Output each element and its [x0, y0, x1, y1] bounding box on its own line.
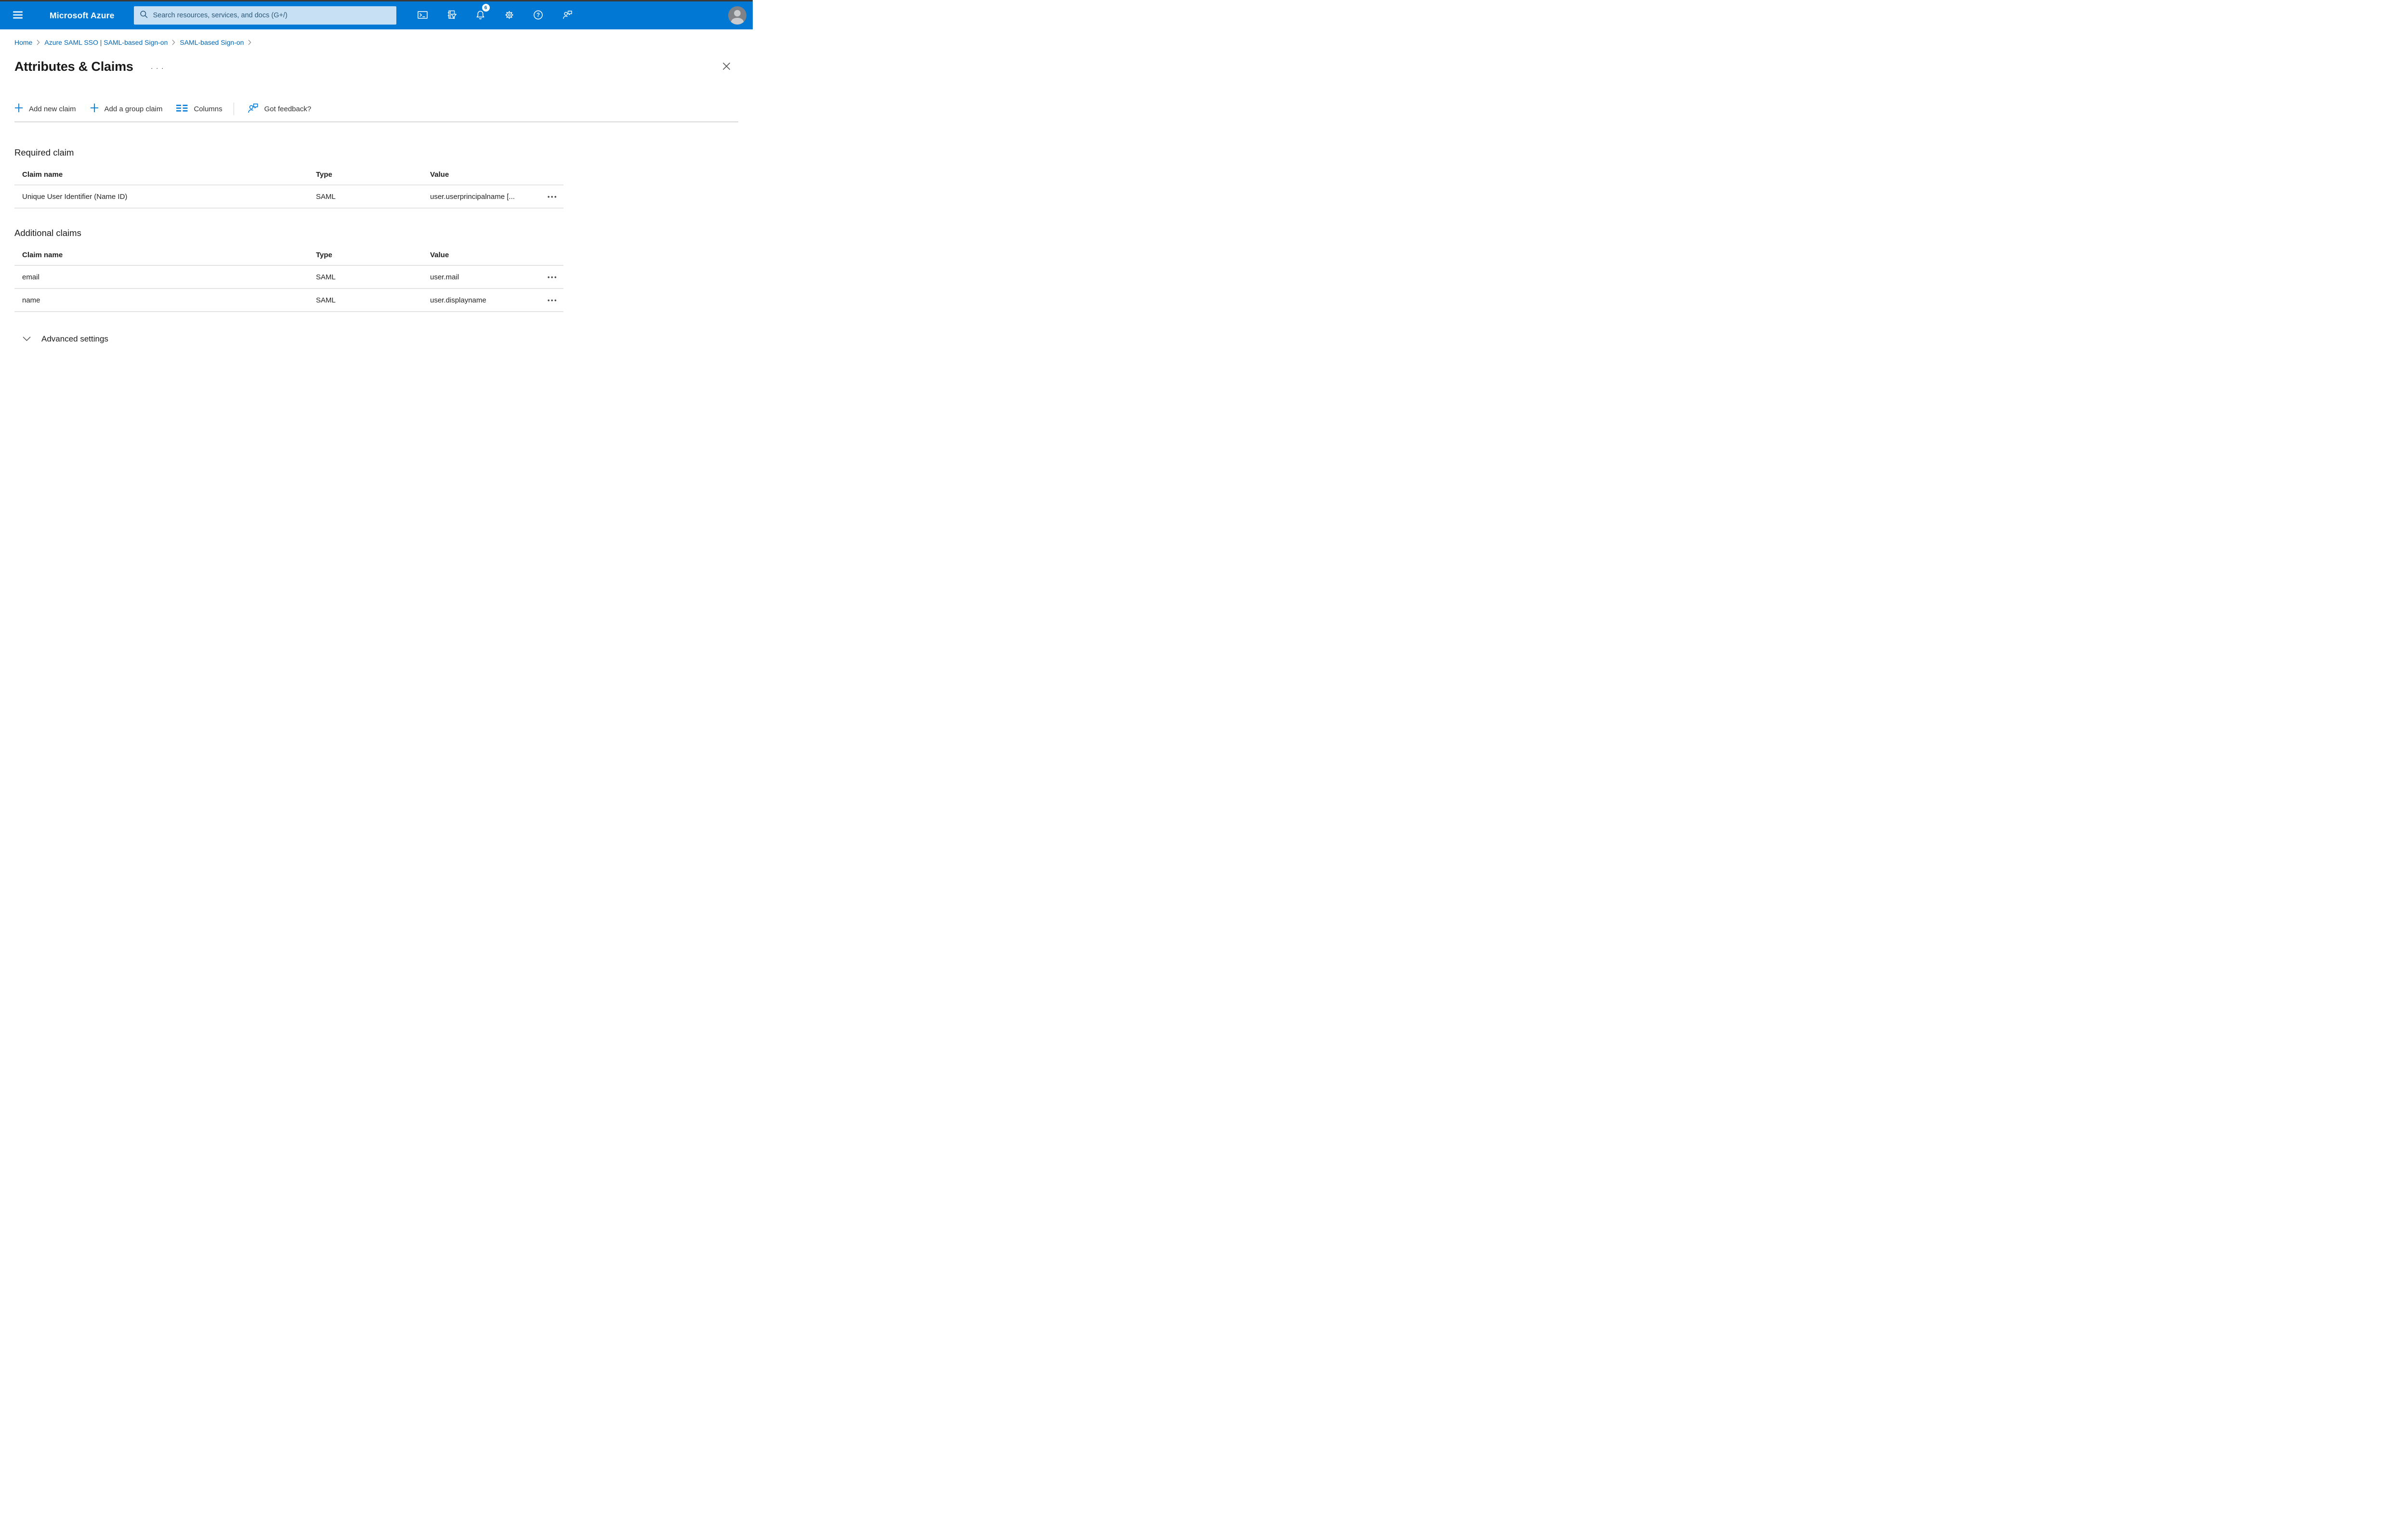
toolbar-rule — [14, 121, 738, 122]
notification-count-badge: 6 — [482, 4, 490, 12]
row-menu-button[interactable]: ••• — [546, 273, 560, 282]
settings-button[interactable] — [499, 5, 520, 26]
claim-value-cell: user.userprincipalname [... — [430, 192, 515, 201]
column-header-claim-name: Claim name — [22, 250, 63, 259]
portal-menu-button[interactable] — [13, 11, 23, 20]
additional-claims-table: Claim name Type Value email SAML user.ma… — [14, 245, 563, 312]
columns-icon — [176, 105, 188, 114]
additional-claims-heading: Additional claims — [14, 228, 81, 238]
claim-type-cell: SAML — [316, 296, 336, 304]
svg-text:?: ? — [537, 13, 540, 18]
breadcrumb-home[interactable]: Home — [14, 39, 32, 46]
column-header-value: Value — [430, 250, 449, 259]
column-header-type: Type — [316, 250, 332, 259]
search-icon — [140, 10, 148, 21]
blade-content: Home Azure SAML SSO | SAML-based Sign-on… — [0, 29, 753, 345]
hamburger-icon — [13, 11, 23, 20]
add-new-claim-label: Add new claim — [29, 105, 76, 113]
more-options-icon[interactable]: ··· — [151, 61, 167, 72]
claim-type-cell: SAML — [316, 192, 336, 201]
required-claim-table: Claim name Type Value Unique User Identi… — [14, 164, 563, 209]
claim-value-cell: user.displayname — [430, 296, 486, 304]
plus-icon — [14, 103, 23, 115]
advanced-settings-label: Advanced settings — [41, 334, 108, 343]
person-feedback-icon — [562, 10, 573, 22]
required-claim-section: Required claim Claim name Type Value Uni… — [0, 146, 753, 209]
add-group-claim-label: Add a group claim — [104, 105, 163, 113]
column-header-type: Type — [316, 170, 332, 179]
columns-button[interactable]: Columns — [176, 105, 222, 114]
row-menu-button[interactable]: ••• — [546, 296, 560, 305]
table-header-row: Claim name Type Value — [14, 164, 563, 185]
account-avatar[interactable] — [728, 6, 746, 25]
help-icon: ? — [533, 10, 544, 22]
search-input[interactable] — [153, 12, 391, 19]
topbar-icon-group: 6 ? — [412, 4, 578, 26]
chevron-right-icon — [248, 39, 251, 45]
columns-label: Columns — [194, 105, 222, 113]
breadcrumb-saml-signon[interactable]: SAML-based Sign-on — [180, 39, 244, 46]
column-header-value: Value — [430, 170, 449, 179]
close-blade-button[interactable] — [721, 61, 732, 73]
notifications-button[interactable]: 6 — [470, 4, 491, 26]
add-new-claim-button[interactable]: Add new claim — [14, 103, 76, 115]
plus-icon — [90, 103, 99, 115]
brand-microsoft-azure[interactable]: Microsoft Azure — [50, 11, 115, 21]
chevron-down-icon — [23, 334, 31, 344]
add-group-claim-button[interactable]: Add a group claim — [90, 103, 163, 115]
azure-portal-window: Microsoft Azure Search resources, servic… — [0, 0, 753, 381]
breadcrumb: Home Azure SAML SSO | SAML-based Sign-on… — [0, 29, 753, 46]
got-feedback-icon — [247, 102, 259, 116]
cloud-shell-icon — [417, 10, 428, 22]
advanced-settings-toggle[interactable]: Advanced settings — [23, 333, 108, 345]
blade-header: Attributes & Claims ··· — [14, 59, 732, 75]
cloud-shell-button[interactable] — [412, 5, 433, 26]
directory-filter-button[interactable] — [441, 5, 462, 26]
azure-top-bar: Microsoft Azure Search resources, servic… — [0, 1, 753, 29]
close-icon — [722, 62, 731, 72]
got-feedback-button[interactable]: Got feedback? — [247, 102, 312, 116]
gear-icon — [504, 10, 515, 22]
claim-name-cell: email — [22, 273, 39, 281]
table-row[interactable]: Unique User Identifier (Name ID) SAML us… — [14, 185, 563, 209]
chevron-right-icon — [172, 39, 175, 45]
command-bar: Add new claim Add a group claim Columns — [14, 100, 753, 118]
directory-filter-icon — [446, 10, 457, 22]
chevron-right-icon — [37, 39, 40, 45]
claim-name-cell: name — [22, 296, 40, 304]
table-row[interactable]: name SAML user.displayname ••• — [14, 289, 563, 312]
global-search-box[interactable] — [133, 6, 396, 25]
page-title: Attributes & Claims — [14, 59, 133, 74]
table-row[interactable]: email SAML user.mail ••• — [14, 266, 563, 289]
claim-name-cell: Unique User Identifier (Name ID) — [22, 192, 128, 201]
help-button[interactable]: ? — [528, 5, 549, 26]
required-claim-heading: Required claim — [14, 147, 74, 158]
additional-claims-section: Additional claims Claim name Type Value … — [0, 227, 753, 312]
feedback-button[interactable] — [557, 5, 578, 26]
claim-type-cell: SAML — [316, 273, 336, 281]
avatar-icon — [728, 6, 746, 26]
table-header-row: Claim name Type Value — [14, 245, 563, 266]
column-header-claim-name: Claim name — [22, 170, 63, 179]
row-menu-button[interactable]: ••• — [546, 192, 560, 201]
breadcrumb-app-sso[interactable]: Azure SAML SSO | SAML-based Sign-on — [44, 39, 168, 46]
got-feedback-label: Got feedback? — [264, 105, 312, 113]
claim-value-cell: user.mail — [430, 273, 459, 281]
